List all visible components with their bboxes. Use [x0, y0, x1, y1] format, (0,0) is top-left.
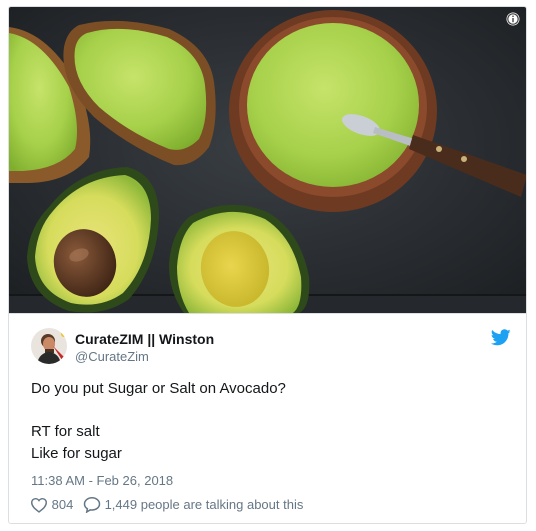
avocado-photo: [9, 7, 526, 313]
speech-bubble-icon[interactable]: [83, 496, 101, 514]
like-count[interactable]: 804: [52, 497, 74, 512]
tweet-header: CurateZIM || Winston @CurateZim: [29, 328, 511, 366]
avatar[interactable]: [31, 328, 67, 364]
profile-photo: [31, 328, 67, 364]
user-handle[interactable]: @CurateZim: [75, 349, 149, 364]
tweet-text-line-1: Do you put Sugar or Salt on Avocado?: [31, 380, 286, 397]
tweet-actions: 804 1,449 people are talking about this: [30, 496, 303, 518]
tweet-photo[interactable]: [9, 7, 526, 314]
info-icon[interactable]: [506, 12, 520, 26]
tweet-text-line-3: Like for sugar: [31, 445, 122, 462]
tweet-text-line-2: RT for salt: [31, 423, 100, 440]
tweet-timestamp[interactable]: 11:38 AM - Feb 26, 2018: [31, 473, 173, 488]
twitter-bird-icon[interactable]: [491, 329, 511, 346]
heart-icon[interactable]: [30, 497, 48, 513]
talking-about-count[interactable]: 1,449 people are talking about this: [105, 497, 304, 512]
tweet-card[interactable]: CurateZIM || Winston @CurateZim Do you p…: [8, 6, 527, 524]
display-name[interactable]: CurateZIM || Winston: [75, 331, 214, 347]
